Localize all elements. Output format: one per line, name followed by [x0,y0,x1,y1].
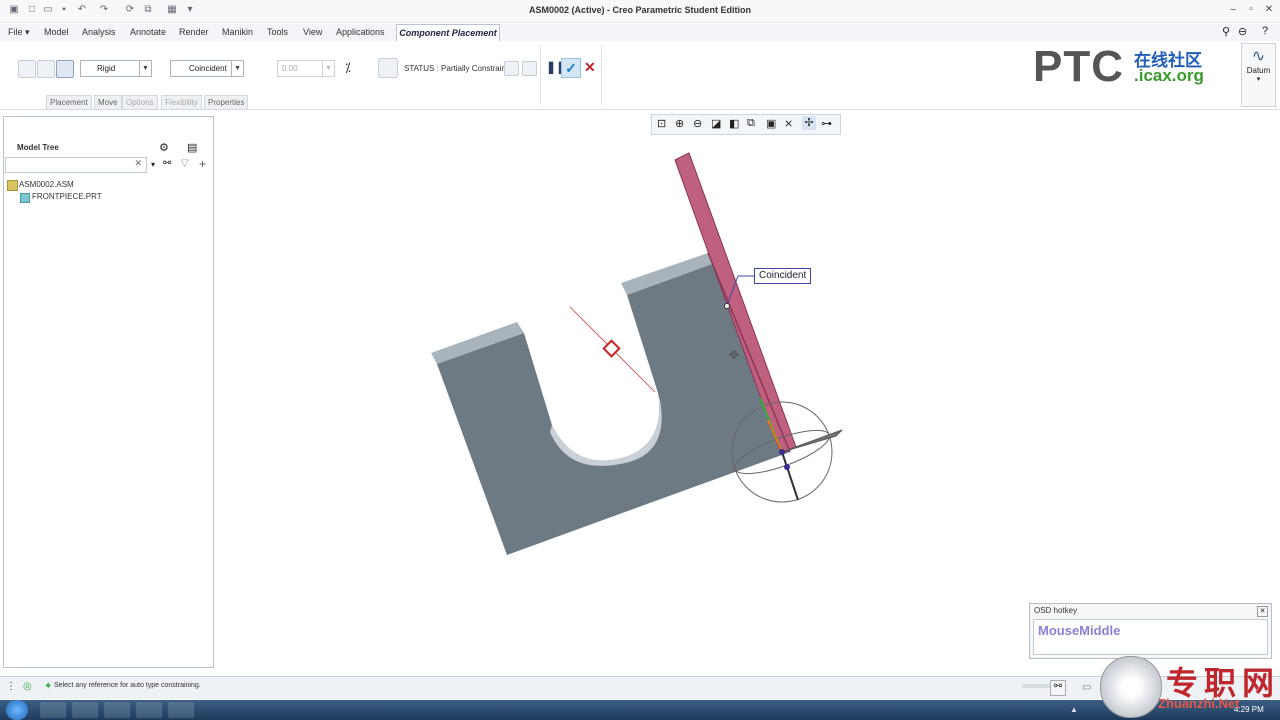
tree-toggle-icon[interactable]: ⋮ [6,681,16,692]
osd-key-text: MouseMiddle [1038,623,1121,638]
message-icon: ✦ [44,681,53,692]
taskbar-app-icon[interactable] [168,702,194,718]
constraint-point [724,303,730,309]
start-icon[interactable] [6,700,28,720]
osd-title: OSD hotkey [1034,606,1078,615]
move-cursor-icon: ✥ [729,348,740,362]
taskbar-chrome-icon[interactable] [104,702,130,718]
logo-site: Zhuanzhi.Net [1158,696,1240,711]
browser-toggle-icon[interactable]: ◎ [23,681,32,692]
find-status-icon[interactable]: ⚯ [1050,680,1066,696]
dragger-center [779,449,785,455]
constraint-label[interactable]: Coincident [754,268,812,284]
taskbar-folder-icon[interactable] [136,702,162,718]
selection-filter-icon[interactable]: ▭ [1082,682,1091,693]
soccer-ball-logo [1100,656,1162,718]
progress-track [1022,684,1052,688]
dragger-dark-axis [781,451,799,501]
taskbar-creo-icon[interactable] [40,702,66,718]
status-message: Select any reference for auto type const… [54,682,201,689]
osd-close-icon[interactable]: ✕ [1257,606,1268,617]
tray-icon[interactable]: ▲ [1070,705,1078,714]
dragger-point [784,464,790,470]
taskbar-explorer-icon[interactable] [72,702,98,718]
